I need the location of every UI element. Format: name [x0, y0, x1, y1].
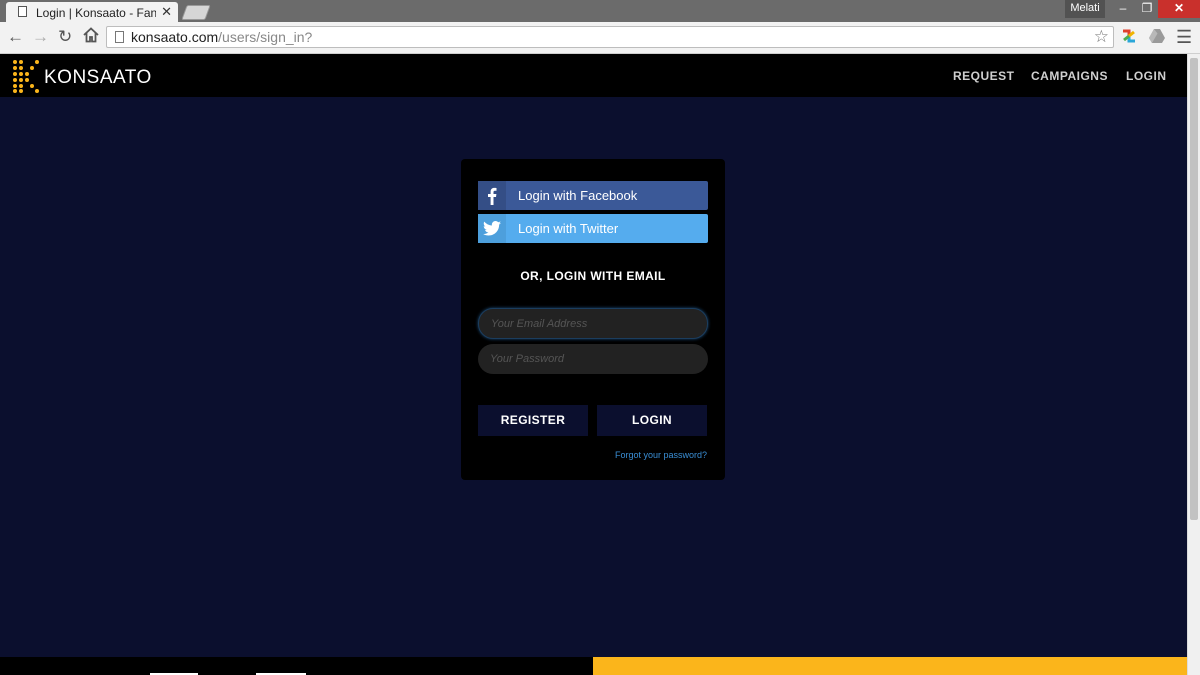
url-text: konsaato.com/users/sign_in?: [131, 29, 312, 45]
email-field[interactable]: [478, 308, 708, 339]
url-domain: konsaato.com: [131, 29, 219, 45]
login-button[interactable]: LOGIN: [597, 405, 707, 436]
facebook-login-label: Login with Facebook: [518, 188, 638, 203]
login-panel: Login with Facebook Login with Twitter O…: [461, 159, 725, 480]
email-login-heading: OR, LOGIN WITH EMAIL: [520, 269, 666, 283]
nav-campaigns-link[interactable]: CAMPAIGNS: [1031, 69, 1108, 83]
close-window-button[interactable]: ✕: [1158, 0, 1200, 18]
maximize-button[interactable]: ❐: [1134, 0, 1160, 18]
twitter-login-label: Login with Twitter: [518, 221, 619, 236]
footer-bar-gold: [593, 657, 1187, 675]
arrow-left-icon[interactable]: ←: [7, 27, 24, 47]
k-logo-icon: [13, 60, 39, 93]
facebook-icon: [478, 181, 506, 210]
drive-icon[interactable]: [1148, 27, 1166, 45]
browser-toolbar: ← → ↻ konsaato.com/users/sign_in? ☆ ☰: [0, 22, 1200, 54]
document-icon: [115, 31, 124, 43]
arrow-right-icon[interactable]: →: [32, 27, 49, 47]
facebook-login-button[interactable]: Login with Facebook: [478, 181, 708, 210]
nav-request-link[interactable]: REQUEST: [953, 69, 1015, 83]
hamburger-menu-icon[interactable]: ☰: [1176, 27, 1192, 47]
new-tab-button[interactable]: [181, 5, 211, 20]
reload-icon[interactable]: ↻: [58, 27, 72, 47]
home-icon[interactable]: [83, 27, 99, 48]
twitter-login-button[interactable]: Login with Twitter: [478, 214, 708, 243]
register-button[interactable]: REGISTER: [478, 405, 588, 436]
profile-button[interactable]: Melati: [1065, 0, 1105, 18]
browser-titlebar: Login | Konsaato - Fans D ✕ Melati – ❐ ✕: [0, 0, 1200, 22]
tab-title: Login | Konsaato - Fans D: [36, 6, 156, 20]
extension-s-icon[interactable]: [1120, 27, 1138, 45]
forgot-password-link[interactable]: Forgot your password?: [615, 450, 707, 460]
tab-close-icon[interactable]: ✕: [161, 4, 172, 19]
brand-name: KONSAATO: [44, 67, 152, 88]
nav-login-link[interactable]: LOGIN: [1126, 69, 1167, 83]
url-path: /users/sign_in?: [218, 29, 313, 45]
scrollbar-thumb[interactable]: [1190, 58, 1198, 520]
password-field[interactable]: [478, 344, 708, 374]
star-icon[interactable]: ☆: [1094, 27, 1109, 47]
twitter-icon: [478, 214, 506, 243]
konsaato-logo[interactable]: KONSAATO: [12, 59, 162, 93]
site-header: KONSAATO REQUEST CAMPAIGNS LOGIN: [0, 54, 1187, 97]
page-icon: [18, 6, 27, 17]
browser-tab[interactable]: Login | Konsaato - Fans D ✕: [6, 2, 178, 22]
page-scrollbar[interactable]: [1187, 54, 1200, 675]
minimize-button[interactable]: –: [1110, 0, 1136, 18]
address-bar[interactable]: konsaato.com/users/sign_in? ☆: [106, 26, 1114, 48]
